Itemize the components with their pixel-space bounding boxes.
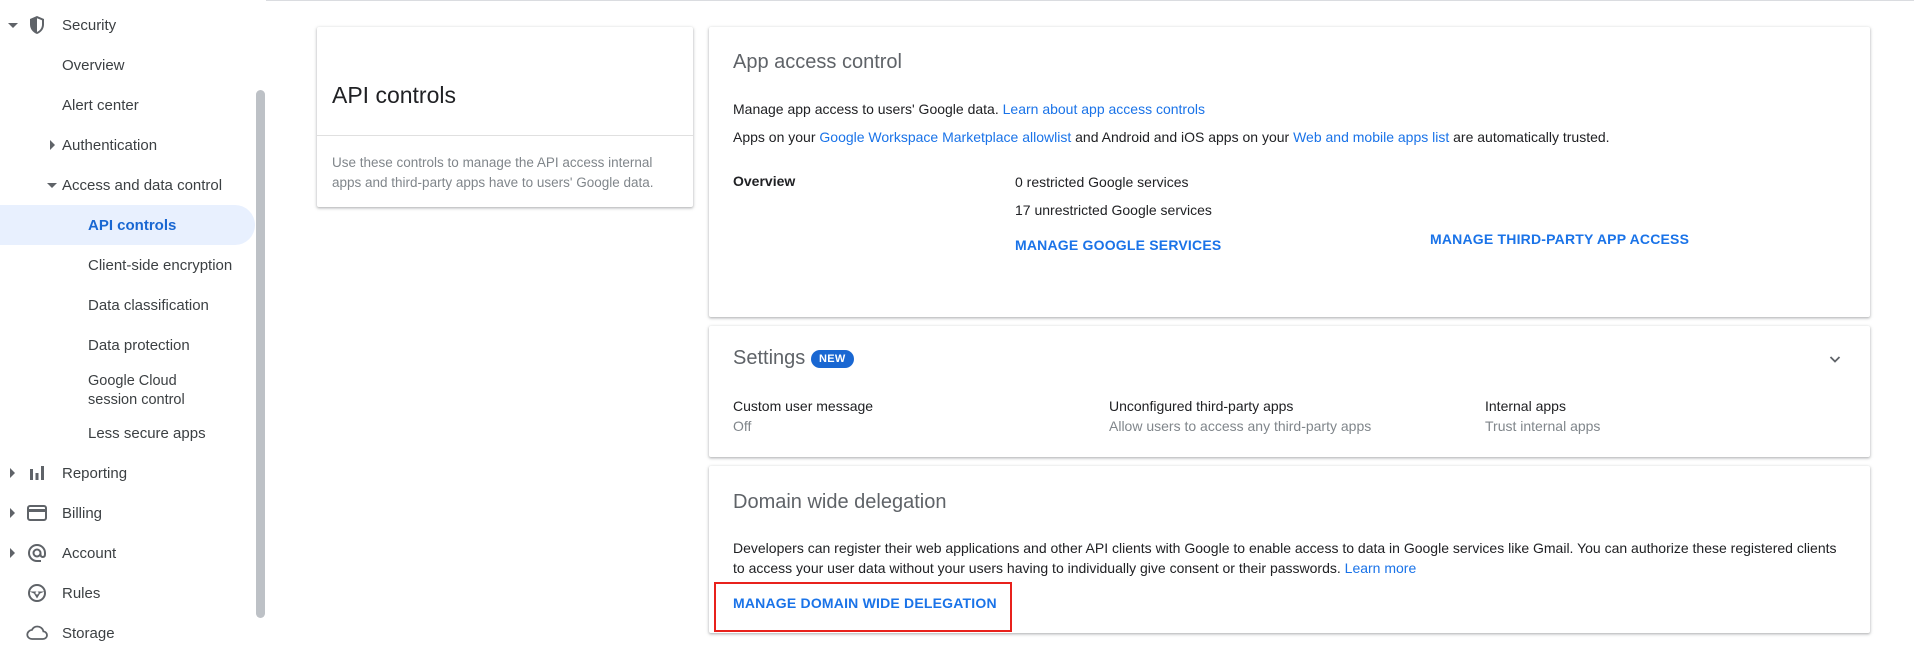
internal-apps-value: Trust internal apps	[1485, 418, 1601, 434]
intro-divider	[317, 135, 693, 136]
app-access-control-card: App access control Manage app access to …	[709, 27, 1870, 317]
domain-wide-delegation-description: Developers can register their web applic…	[733, 540, 1837, 576]
custom-user-message-label: Custom user message	[733, 398, 874, 414]
overview-label: Overview	[733, 173, 796, 189]
bar-chart-icon	[26, 462, 48, 484]
sidebar-item-less-secure-apps[interactable]: Less secure apps	[0, 413, 255, 453]
chevron-down-icon[interactable]	[1829, 352, 1841, 364]
settings-title: Settings	[733, 347, 806, 369]
sidebar-item-overview[interactable]: Overview	[0, 45, 255, 85]
sidebar-item-access-and-data-control[interactable]: Access and data control	[0, 165, 255, 205]
restricted-services-count: 0 restricted Google services	[1015, 174, 1189, 190]
at-sign-icon	[26, 542, 48, 564]
expand-arrow-icon[interactable]	[8, 23, 18, 28]
manage-google-services-button[interactable]: MANAGE GOOGLE SERVICES	[1015, 237, 1221, 253]
expand-arrow-icon[interactable]	[10, 468, 15, 478]
credit-card-icon	[26, 502, 48, 524]
sidebar-item-data-protection[interactable]: Data protection	[0, 325, 255, 365]
sidebar-item-api-controls[interactable]: API controls	[0, 205, 255, 245]
sidebar-scrollbar[interactable]	[256, 90, 265, 618]
sidebar-item-rules[interactable]: Rules	[0, 573, 255, 613]
sidebar-item-google-cloud-session-control[interactable]: Google Cloud session control	[0, 369, 255, 413]
sidebar-item-security[interactable]: Security	[0, 5, 255, 45]
sidebar-item-data-classification[interactable]: Data classification	[0, 285, 255, 325]
learn-about-app-access-link[interactable]: Learn about app access controls	[1003, 101, 1205, 117]
collapse-arrow-icon[interactable]	[47, 183, 57, 188]
highlight-box	[714, 582, 1012, 632]
web-mobile-apps-list-link[interactable]: Web and mobile apps list	[1293, 129, 1449, 145]
new-badge: NEW	[811, 350, 854, 368]
unrestricted-services-count: 17 unrestricted Google services	[1015, 202, 1212, 218]
domain-wide-delegation-title: Domain wide delegation	[733, 491, 947, 513]
expand-arrow-icon[interactable]	[10, 548, 15, 558]
header-divider	[266, 0, 1914, 1]
sidebar: Security Overview Alert center Authentic…	[0, 0, 266, 657]
sidebar-item-alert-center[interactable]: Alert center	[0, 85, 255, 125]
sidebar-item-reporting[interactable]: Reporting	[0, 453, 255, 493]
shield-icon	[26, 14, 48, 36]
custom-user-message-value: Off	[733, 418, 752, 434]
settings-card[interactable]: Settings NEW Custom user message Off Unc…	[709, 326, 1870, 457]
marketplace-allowlist-link[interactable]: Google Workspace Marketplace allowlist	[819, 129, 1071, 145]
cloud-icon	[26, 622, 48, 644]
sidebar-item-storage[interactable]: Storage	[0, 613, 255, 653]
sidebar-item-authentication[interactable]: Authentication	[0, 125, 255, 165]
sidebar-item-account[interactable]: Account	[0, 533, 255, 573]
page-description: Use these controls to manage the API acc…	[332, 155, 654, 190]
internal-apps-label: Internal apps	[1485, 398, 1566, 414]
unconfigured-apps-label: Unconfigured third-party apps	[1109, 398, 1294, 414]
trusted-apps-description: Apps on your Google Workspace Marketplac…	[733, 129, 1610, 145]
expand-arrow-icon[interactable]	[50, 140, 55, 150]
unconfigured-apps-value: Allow users to access any third-party ap…	[1109, 418, 1372, 434]
expand-arrow-icon[interactable]	[10, 508, 15, 518]
sidebar-item-client-side-encryption[interactable]: Client-side encryption	[0, 245, 255, 285]
manage-third-party-app-access-button[interactable]: MANAGE THIRD-PARTY APP ACCESS	[1430, 231, 1689, 247]
sidebar-item-billing[interactable]: Billing	[0, 493, 255, 533]
app-access-description: Manage app access to users' Google data.…	[733, 101, 1205, 117]
page-title: API controls	[332, 82, 456, 108]
steering-wheel-icon	[26, 582, 48, 604]
app-access-control-title: App access control	[733, 51, 902, 73]
learn-more-link[interactable]: Learn more	[1345, 560, 1417, 576]
intro-card: API controls Use these controls to manag…	[317, 27, 693, 207]
